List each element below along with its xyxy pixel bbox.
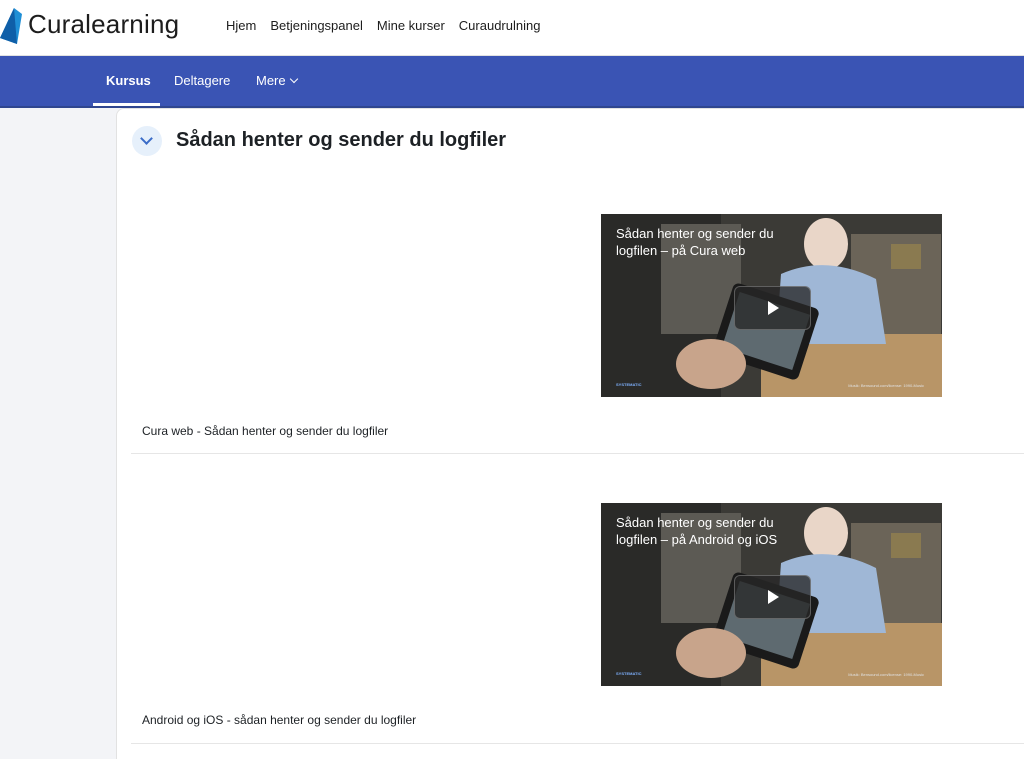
tab-deltagere[interactable]: Deltagere [174, 73, 230, 88]
video-logo: SYSTEMATIC [616, 671, 642, 676]
video-title: Sådan henter og sender du logfilen – på … [616, 515, 778, 547]
divider [131, 453, 1024, 454]
divider [131, 743, 1024, 744]
play-button[interactable] [734, 286, 811, 330]
video-player[interactable]: Sådan henter og sender du logfilen – på … [601, 503, 942, 686]
nav-item-mine-kurser[interactable]: Mine kurser [377, 18, 445, 33]
tab-kursus[interactable]: Kursus [106, 73, 151, 88]
video-logo: SYSTEMATIC [616, 382, 642, 387]
nav-item-curaudrulning[interactable]: Curaudrulning [459, 18, 541, 33]
section-title: Sådan henter og sender du logfiler [176, 129, 507, 151]
course-section: Sådan henter og sender du logfiler Sådan… [116, 108, 1024, 759]
tab-mere-label: Mere [256, 73, 286, 88]
activity-link[interactable]: Cura web - Sådan henter og sender du log… [142, 424, 388, 438]
tab-mere[interactable]: Mere [256, 73, 298, 88]
video-title: Sådan henter og sender du logfilen – på … [616, 226, 774, 258]
play-icon [768, 301, 779, 315]
video-caption: Musik: Bensound.com/license: 1990-Music [848, 672, 924, 677]
brand-name[interactable]: Curalearning [28, 9, 179, 40]
play-icon [768, 590, 779, 604]
section-collapse-toggle[interactable] [132, 126, 162, 156]
primary-nav: Hjem Betjeningspanel Mine kurser Curaudr… [226, 18, 540, 33]
curalearning-logo-icon[interactable] [0, 8, 22, 44]
chevron-down-icon [140, 132, 153, 145]
top-navbar: Curalearning Hjem Betjeningspanel Mine k… [0, 0, 1024, 56]
course-secondary-nav: Kursus Deltagere Mere [0, 56, 1024, 108]
nav-item-hjem[interactable]: Hjem [226, 18, 256, 33]
activity-link[interactable]: Android og iOS - sådan henter og sender … [142, 713, 416, 727]
active-tab-indicator [93, 103, 160, 106]
video-player[interactable]: Sådan henter og sender du logfilen – på … [601, 214, 942, 397]
play-button[interactable] [734, 575, 811, 619]
nav-item-betjeningspanel[interactable]: Betjeningspanel [270, 18, 363, 33]
video-caption: Musik: Bensound.com/license: 1990-Music [848, 383, 924, 388]
chevron-down-icon [289, 74, 298, 84]
